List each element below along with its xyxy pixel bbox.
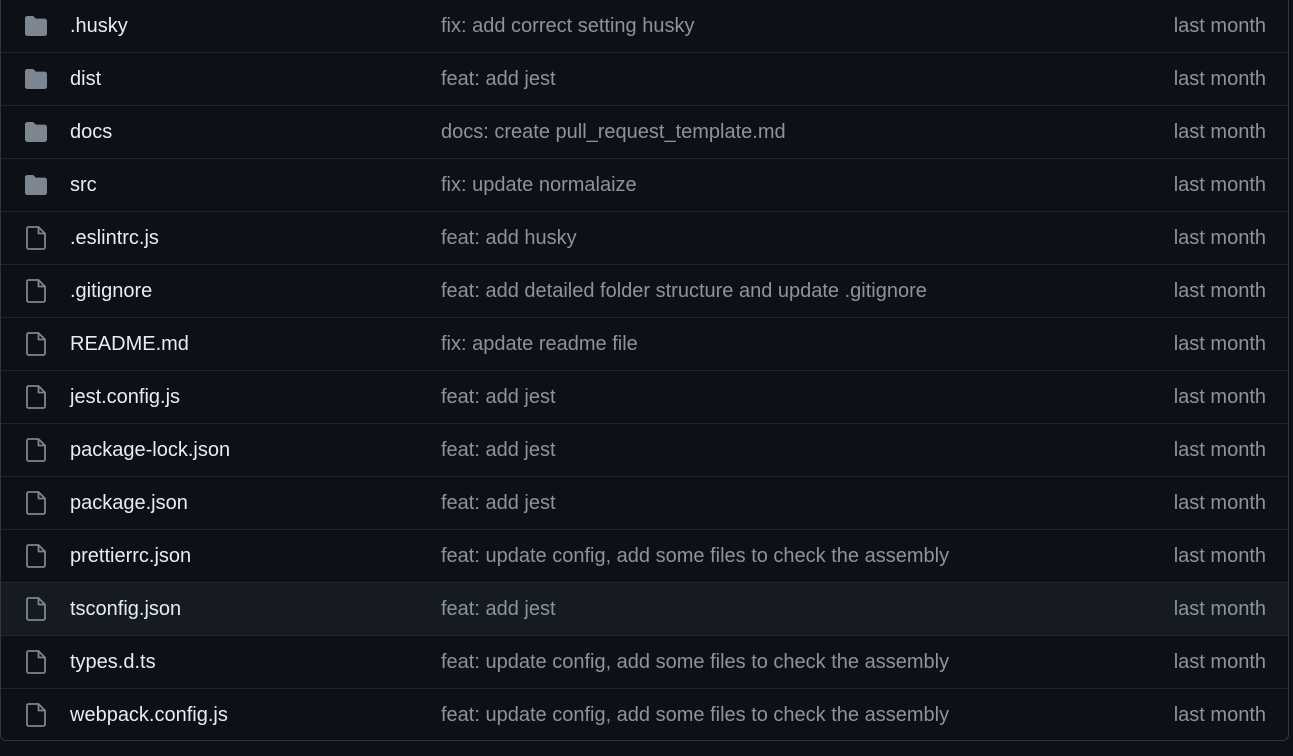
file-icon (24, 544, 48, 568)
file-row[interactable]: jest.config.js feat: add jest last month (1, 370, 1288, 423)
file-row[interactable]: dist feat: add jest last month (1, 52, 1288, 105)
file-name-link[interactable]: types.d.ts (70, 651, 156, 674)
file-name-link[interactable]: .gitignore (70, 280, 152, 303)
commit-message-link[interactable]: feat: update config, add some files to c… (441, 704, 949, 727)
file-icon (24, 650, 48, 674)
commit-message-link[interactable]: feat: update config, add some files to c… (441, 651, 949, 674)
file-row[interactable]: .husky fix: add correct setting husky la… (1, 0, 1288, 52)
commit-age: last month (1173, 120, 1266, 143)
commit-age: last month (1173, 226, 1266, 249)
file-name-link[interactable]: jest.config.js (70, 386, 180, 409)
commit-age: last month (1173, 491, 1266, 514)
file-name-link[interactable]: src (70, 174, 97, 197)
file-list: .husky fix: add correct setting husky la… (0, 0, 1289, 741)
commit-age: last month (1173, 14, 1266, 37)
commit-age: last month (1173, 67, 1266, 90)
file-row[interactable]: .eslintrc.js feat: add husky last month (1, 211, 1288, 264)
file-row[interactable]: README.md fix: apdate readme file last m… (1, 317, 1288, 370)
file-icon (24, 438, 48, 462)
file-name-link[interactable]: .eslintrc.js (70, 227, 159, 250)
commit-message-link[interactable]: feat: add jest (441, 386, 556, 409)
file-name-link[interactable]: package-lock.json (70, 439, 230, 462)
file-icon (24, 491, 48, 515)
file-row[interactable]: prettierrc.json feat: update config, add… (1, 529, 1288, 582)
file-name-link[interactable]: .husky (70, 15, 128, 38)
folder-icon (24, 173, 48, 197)
commit-age: last month (1173, 703, 1266, 726)
file-row[interactable]: src fix: update normalaize last month (1, 158, 1288, 211)
commit-message-link[interactable]: feat: add jest (441, 492, 556, 515)
file-name-link[interactable]: README.md (70, 333, 189, 356)
file-icon (24, 279, 48, 303)
commit-message-link[interactable]: docs: create pull_request_template.md (441, 121, 786, 144)
commit-age: last month (1173, 279, 1266, 302)
file-name-link[interactable]: prettierrc.json (70, 545, 191, 568)
commit-age: last month (1173, 385, 1266, 408)
commit-message-link[interactable]: feat: add detailed folder structure and … (441, 280, 927, 303)
file-row[interactable]: webpack.config.js feat: update config, a… (1, 688, 1288, 740)
commit-message-link[interactable]: feat: add jest (441, 598, 556, 621)
file-row[interactable]: tsconfig.json feat: add jest last month (1, 582, 1288, 635)
file-icon (24, 703, 48, 727)
commit-message-link[interactable]: feat: add husky (441, 227, 577, 250)
file-icon (24, 385, 48, 409)
commit-age: last month (1173, 438, 1266, 461)
commit-age: last month (1173, 597, 1266, 620)
folder-icon (24, 14, 48, 38)
commit-message-link[interactable]: feat: update config, add some files to c… (441, 545, 949, 568)
file-icon (24, 226, 48, 250)
commit-message-link[interactable]: fix: apdate readme file (441, 333, 638, 356)
commit-message-link[interactable]: feat: add jest (441, 439, 556, 462)
file-icon (24, 332, 48, 356)
file-row[interactable]: .gitignore feat: add detailed folder str… (1, 264, 1288, 317)
file-name-link[interactable]: dist (70, 68, 101, 91)
file-row[interactable]: docs docs: create pull_request_template.… (1, 105, 1288, 158)
file-name-link[interactable]: docs (70, 121, 112, 144)
commit-message-link[interactable]: fix: add correct setting husky (441, 15, 694, 38)
file-name-link[interactable]: package.json (70, 492, 188, 515)
commit-message-link[interactable]: feat: add jest (441, 68, 556, 91)
file-icon (24, 597, 48, 621)
file-name-link[interactable]: tsconfig.json (70, 598, 181, 621)
commit-age: last month (1173, 332, 1266, 355)
commit-age: last month (1173, 650, 1266, 673)
folder-icon (24, 67, 48, 91)
commit-age: last month (1173, 173, 1266, 196)
file-row[interactable]: package.json feat: add jest last month (1, 476, 1288, 529)
file-row[interactable]: package-lock.json feat: add jest last mo… (1, 423, 1288, 476)
file-row[interactable]: types.d.ts feat: update config, add some… (1, 635, 1288, 688)
folder-icon (24, 120, 48, 144)
file-name-link[interactable]: webpack.config.js (70, 704, 228, 727)
commit-age: last month (1173, 544, 1266, 567)
commit-message-link[interactable]: fix: update normalaize (441, 174, 637, 197)
